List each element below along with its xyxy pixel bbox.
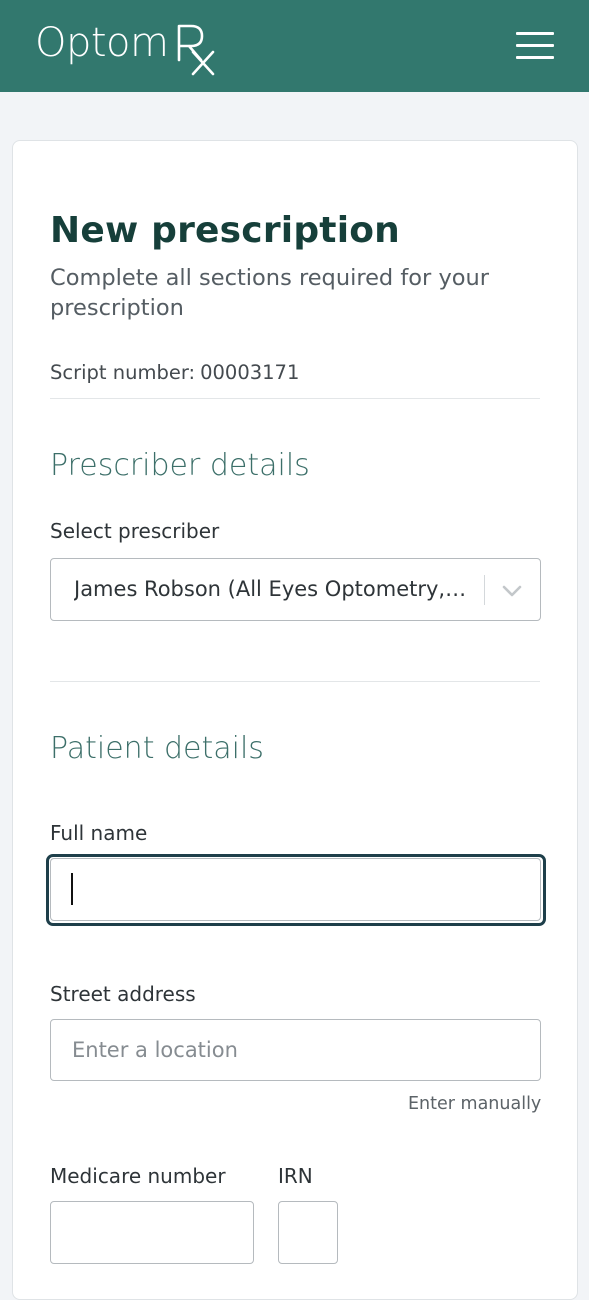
section-divider	[50, 398, 540, 399]
street-address-input[interactable]	[50, 1019, 541, 1081]
prescriber-select[interactable]: James Robson (All Eyes Optometry, Sydney…	[50, 558, 541, 621]
street-address-label: Street address	[50, 982, 196, 1006]
text-caret	[71, 873, 73, 905]
menu-line	[516, 56, 554, 59]
medicare-number-label: Medicare number	[50, 1164, 226, 1188]
section-divider	[50, 681, 540, 682]
enter-manually-link[interactable]: Enter manually	[408, 1094, 541, 1114]
chevron-down-icon[interactable]	[501, 581, 523, 601]
prescriber-details-heading: Prescriber details	[50, 448, 310, 483]
logo-wordmark: Optom	[35, 20, 169, 66]
full-name-input[interactable]	[50, 858, 541, 921]
menu-line	[516, 32, 554, 35]
optomrx-logo[interactable]: Optom	[35, 18, 217, 78]
medicare-number-input[interactable]	[50, 1201, 254, 1264]
prescriber-selected-value: James Robson (All Eyes Optometry, Sydney…	[74, 577, 469, 601]
select-separator	[484, 575, 485, 605]
script-number-label: Script number:	[50, 361, 196, 384]
rx-logo-mark	[175, 18, 217, 76]
irn-label: IRN	[278, 1164, 313, 1188]
app-header: Optom	[0, 0, 589, 92]
irn-input[interactable]	[278, 1201, 338, 1264]
page-subtitle: Complete all sections required for your …	[50, 265, 490, 321]
script-number-value: 00003171	[200, 361, 300, 384]
full-name-label: Full name	[50, 821, 148, 845]
page-title: New prescription	[50, 210, 401, 251]
select-prescriber-label: Select prescriber	[50, 519, 220, 543]
script-number: Script number: 00003171	[50, 361, 299, 384]
hamburger-menu-icon[interactable]	[516, 30, 554, 62]
patient-details-heading: Patient details	[50, 731, 264, 766]
menu-line	[516, 44, 554, 47]
